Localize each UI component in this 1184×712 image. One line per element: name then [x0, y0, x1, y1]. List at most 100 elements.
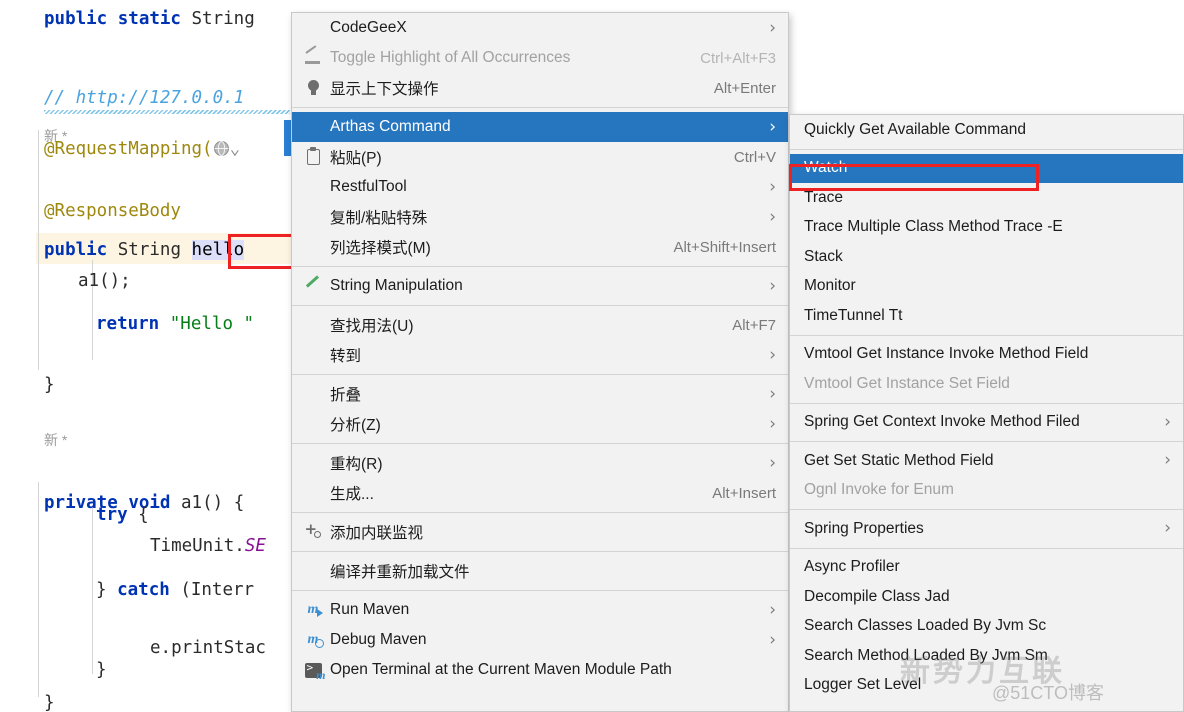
menu-item-column-select-mode[interactable]: 列选择模式(M) Alt+Shift+Insert: [292, 232, 788, 262]
chevron-right-icon: ›: [769, 452, 776, 473]
menu-item-shortcut: Alt+Enter: [713, 79, 776, 97]
fold-rail: [38, 130, 39, 370]
chevron-right-icon: ›: [769, 116, 776, 137]
no-icon: [302, 118, 324, 136]
menu-separator: [292, 443, 788, 444]
menu-item-label: 显示上下文操作: [330, 81, 439, 98]
menu-item-label: Ognl Invoke for Enum: [804, 481, 954, 499]
menu-item-label: Async Profiler: [804, 558, 900, 576]
submenu-item-quickly-get-available-command[interactable]: Quickly Get Available Command: [790, 115, 1183, 145]
submenu-item-stack[interactable]: Stack: [790, 242, 1183, 272]
menu-item-find-usages[interactable]: 查找用法(U) Alt+F7: [292, 310, 788, 340]
menu-item-open-terminal-maven[interactable]: m Open Terminal at the Current Maven Mod…: [292, 655, 788, 685]
code-token-annotation: @ResponseBody: [44, 201, 181, 221]
code-line: }: [44, 693, 55, 712]
menu-item-label: CodeGeeX: [330, 19, 407, 36]
chevron-right-icon: ›: [769, 344, 776, 365]
chevron-right-icon: ›: [769, 413, 776, 434]
menu-separator: [790, 547, 1183, 549]
menu-item-show-context-actions[interactable]: 显示上下文操作 Alt+Enter: [292, 73, 788, 103]
menu-item-paste[interactable]: 粘贴(P) Ctrl+V: [292, 142, 788, 172]
menu-item-copy-paste-special[interactable]: 复制/粘贴特殊 ›: [292, 202, 788, 232]
menu-item-label: 分析(Z): [330, 417, 381, 434]
arthas-command-submenu[interactable]: Quickly Get Available Command Watch Trac…: [789, 114, 1184, 712]
menu-item-debug-maven[interactable]: m Debug Maven ›: [292, 625, 788, 655]
submenu-item-decompile-class-jad[interactable]: Decompile Class Jad: [790, 582, 1183, 612]
menu-item-label: RestfulTool: [330, 178, 407, 195]
green-pen-icon: [302, 277, 324, 295]
submenu-item-spring-properties[interactable]: Spring Properties ›: [790, 514, 1183, 544]
menu-separator: [790, 441, 1183, 442]
menu-item-generate[interactable]: 生成... Alt+Insert: [292, 478, 788, 508]
chevron-down-icon[interactable]: ⌄: [230, 139, 241, 159]
no-icon: [302, 19, 324, 37]
no-icon: [302, 562, 324, 580]
menu-item-label: Open Terminal at the Current Maven Modul…: [330, 661, 672, 678]
submenu-item-spring-get-context-invoke[interactable]: Spring Get Context Invoke Method Filed ›: [790, 408, 1183, 438]
code-line-comment: // http://127.0.0.1: [44, 83, 244, 114]
submenu-item-timetunnel-tt[interactable]: TimeTunnel Tt: [790, 301, 1183, 331]
submenu-item-monitor[interactable]: Monitor: [790, 272, 1183, 302]
submenu-item-trace[interactable]: Trace: [790, 183, 1183, 213]
menu-item-label: Get Set Static Method Field: [804, 451, 994, 469]
menu-item-refactor[interactable]: 重构(R) ›: [292, 448, 788, 478]
chevron-right-icon: ›: [1164, 450, 1171, 471]
inspection-squiggle: [44, 110, 290, 114]
menu-item-analyze[interactable]: 分析(Z) ›: [292, 409, 788, 439]
menu-item-label: 粘贴(P): [330, 150, 382, 167]
menu-separator: [790, 509, 1183, 510]
menu-item-label: Toggle Highlight of All Occurrences: [330, 49, 571, 66]
menu-separator: [790, 148, 1183, 150]
menu-item-label: Quickly Get Available Command: [804, 120, 1026, 138]
menu-item-label: Monitor: [804, 277, 856, 295]
menu-item-string-manipulation[interactable]: String Manipulation ›: [292, 271, 788, 301]
menu-item-codegeex[interactable]: CodeGeeX ›: [292, 13, 788, 43]
menu-item-label: Vmtool Get Instance Invoke Method Field: [804, 345, 1089, 363]
chevron-right-icon: ›: [1164, 411, 1171, 432]
code-line-annotation: @RequestMapping(⌄: [44, 134, 240, 165]
menu-item-add-inline-watch[interactable]: 添加内联监视: [292, 517, 788, 547]
chevron-right-icon: ›: [769, 275, 776, 296]
submenu-item-search-classes-loaded-jvm-sc[interactable]: Search Classes Loaded By Jvm Sc: [790, 612, 1183, 642]
menu-item-arthas-command[interactable]: Arthas Command ›: [292, 112, 788, 142]
lightbulb-icon: [302, 79, 324, 97]
code-line: e.printStac: [150, 638, 266, 658]
terminal-icon: m: [302, 661, 326, 682]
vcs-new-marker: 新 *: [44, 432, 68, 448]
submenu-item-watch[interactable]: Watch: [790, 153, 1183, 183]
web-globe-icon[interactable]: [213, 137, 230, 156]
menu-separator: [292, 590, 788, 591]
menu-item-shortcut: Alt+Insert: [712, 484, 776, 502]
submenu-item-vmtool-get-instance-invoke[interactable]: Vmtool Get Instance Invoke Method Field: [790, 340, 1183, 370]
menu-item-label: 折叠: [330, 387, 362, 404]
submenu-item-get-set-static-method-field[interactable]: Get Set Static Method Field ›: [790, 446, 1183, 476]
menu-item-restfultool[interactable]: RestfulTool ›: [292, 172, 788, 202]
menu-item-label: Arthas Command: [330, 118, 451, 135]
code-line: } catch (Interr: [96, 580, 255, 600]
menu-item-label: Debug Maven: [330, 631, 427, 648]
menu-separator: [292, 551, 788, 552]
submenu-item-ognl-invoke-for-enum: Ognl Invoke for Enum: [790, 476, 1183, 506]
code-line: public static String: [44, 4, 255, 35]
code-line-annotation: @ResponseBody: [44, 196, 181, 227]
menu-item-label: Trace: [804, 188, 844, 206]
menu-item-folding[interactable]: 折叠 ›: [292, 379, 788, 409]
menu-item-compile-reload-file[interactable]: 编译并重新加载文件: [292, 556, 788, 586]
no-icon: [302, 238, 324, 256]
maven-run-icon: m: [302, 601, 324, 619]
menu-item-shortcut: Ctrl+Alt+F3: [700, 49, 776, 67]
menu-item-label: 列选择模式(M): [330, 240, 431, 257]
submenu-item-search-method-loaded-jvm-sm[interactable]: Search Method Loaded By Jvm Sm: [790, 641, 1183, 671]
no-icon: [302, 484, 324, 502]
no-icon: [302, 208, 324, 226]
menu-item-label: Run Maven: [330, 601, 410, 618]
selected-identifier: hello: [191, 240, 245, 260]
menu-separator: [292, 305, 788, 306]
menu-item-label: 编译并重新加载文件: [330, 564, 470, 581]
submenu-item-async-profiler[interactable]: Async Profiler: [790, 553, 1183, 583]
menu-item-goto[interactable]: 转到 ›: [292, 340, 788, 370]
submenu-item-trace-multiple-class-method[interactable]: Trace Multiple Class Method Trace -E: [790, 213, 1183, 243]
context-menu[interactable]: CodeGeeX › Toggle Highlight of All Occur…: [291, 12, 789, 712]
submenu-item-logger-set-level[interactable]: Logger Set Level: [790, 671, 1183, 701]
menu-item-run-maven[interactable]: m Run Maven ›: [292, 595, 788, 625]
